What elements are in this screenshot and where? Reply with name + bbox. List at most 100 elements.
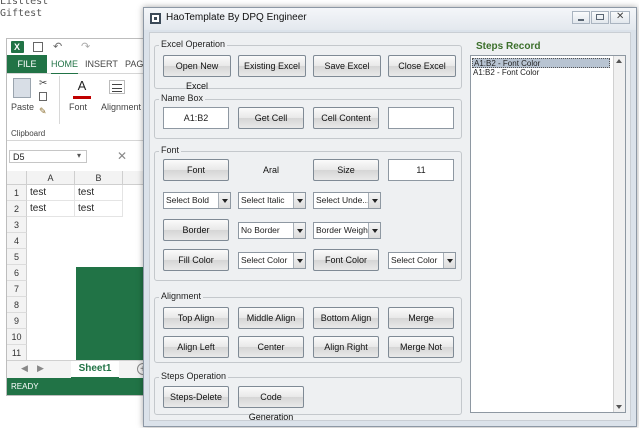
chevron-down-icon xyxy=(293,193,305,208)
cell-b2[interactable]: test xyxy=(75,201,123,217)
dialog-titlebar[interactable]: HaoTemplate By DPQ Engineer ✕ xyxy=(144,8,636,30)
save-excel-button[interactable]: Save Excel xyxy=(313,55,381,77)
middle-align-button[interactable]: Middle Align xyxy=(238,307,304,329)
column-header-b[interactable]: B xyxy=(75,171,123,185)
merge-not-button[interactable]: Merge Not xyxy=(388,336,454,358)
row-header[interactable]: 11 xyxy=(7,345,27,361)
save-icon[interactable] xyxy=(33,42,43,52)
row-header[interactable]: 8 xyxy=(7,297,27,313)
excel-operation-legend: Excel Operation xyxy=(159,39,228,49)
merge-button[interactable]: Merge xyxy=(388,307,454,329)
sheet-tab-bar: ◀ ▶ Sheet1 + xyxy=(7,360,157,379)
center-button[interactable]: Center xyxy=(238,336,304,358)
cell-a1[interactable]: test xyxy=(27,185,75,201)
paste-label: Paste xyxy=(11,102,35,112)
row-header[interactable]: 10 xyxy=(7,329,27,345)
fill-color-dropdown[interactable]: Select Color xyxy=(238,252,306,269)
select-underline-value: Select Unde... xyxy=(316,195,370,205)
cancel-entry-icon[interactable]: ✕ xyxy=(117,149,127,163)
vertical-scrollbar[interactable] xyxy=(613,56,625,412)
row-header[interactable]: 9 xyxy=(7,313,27,329)
excel-window: X ↶ ↷ FILE HOME INSERT PAG Paste ✂ ✎ A F… xyxy=(6,38,158,396)
alignment-group-label: Alignment xyxy=(101,102,142,112)
excel-name-box[interactable]: D5 xyxy=(9,150,87,163)
select-bold-dropdown[interactable]: Select Bold xyxy=(163,192,231,209)
select-italic-dropdown[interactable]: Select Italic xyxy=(238,192,306,209)
tab-page-layout[interactable]: PAG xyxy=(125,55,143,73)
font-size-field[interactable]: 11 xyxy=(388,159,454,181)
row-header[interactable]: 4 xyxy=(7,233,27,249)
alignment-icon[interactable] xyxy=(109,80,125,94)
cell-b1[interactable]: test xyxy=(75,185,123,201)
close-icon: ✕ xyxy=(616,11,625,22)
chevron-down-icon[interactable]: ▾ xyxy=(77,151,81,160)
formula-bar: D5 ▾ ✕ xyxy=(7,149,157,165)
border-style-dropdown[interactable]: No Border xyxy=(238,222,306,239)
cell-content-field[interactable] xyxy=(388,107,454,129)
tab-file[interactable]: FILE xyxy=(7,55,47,73)
steps-record-list[interactable]: A1:B2 - Font Color A1:B2 - Font Color xyxy=(470,55,626,413)
open-new-excel-button[interactable]: Open New Excel xyxy=(163,55,231,91)
sheet-prev-icon[interactable]: ◀ xyxy=(21,363,28,374)
row-header[interactable]: 6 xyxy=(7,265,27,281)
border-style-value: No Border xyxy=(241,225,280,235)
paste-icon[interactable] xyxy=(13,78,31,98)
scroll-down-icon[interactable] xyxy=(616,405,622,409)
align-right-button[interactable]: Align Right xyxy=(313,336,379,358)
chevron-down-icon xyxy=(368,193,380,208)
fill-color-value: Select Color xyxy=(241,255,288,265)
font-color-button[interactable]: Font Color xyxy=(313,249,379,271)
status-bar: READY xyxy=(7,378,157,395)
redo-icon[interactable]: ↷ xyxy=(81,40,90,53)
row-header[interactable]: 1 xyxy=(7,185,27,201)
font-button[interactable]: Font xyxy=(163,159,229,181)
format-painter-icon[interactable]: ✎ xyxy=(39,106,47,117)
steps-delete-button[interactable]: Steps-Delete xyxy=(163,386,229,408)
select-underline-dropdown[interactable]: Select Unde... xyxy=(313,192,381,209)
sheet-next-icon[interactable]: ▶ xyxy=(37,363,44,374)
fill-color-button[interactable]: Fill Color xyxy=(163,249,229,271)
close-excel-button[interactable]: Close Excel xyxy=(388,55,456,77)
row-header[interactable]: 7 xyxy=(7,281,27,297)
alignment-legend: Alignment xyxy=(159,291,204,301)
list-item[interactable]: A1:B2 - Font Color xyxy=(472,68,611,78)
list-item[interactable]: A1:B2 - Font Color xyxy=(472,58,610,68)
tab-insert[interactable]: INSERT xyxy=(85,55,118,73)
border-button[interactable]: Border xyxy=(163,219,229,241)
undo-icon[interactable]: ↶ xyxy=(53,40,62,53)
align-left-button[interactable]: Align Left xyxy=(163,336,229,358)
tab-home[interactable]: HOME xyxy=(51,55,78,75)
chevron-down-icon xyxy=(218,193,230,208)
column-header-a[interactable]: A xyxy=(27,171,75,185)
font-group-label: Font xyxy=(69,102,88,112)
font-name-value: Aral xyxy=(262,165,279,175)
cell-content-button[interactable]: Cell Content xyxy=(313,107,379,129)
cut-icon[interactable]: ✂ xyxy=(39,78,47,89)
maximize-button[interactable] xyxy=(591,11,609,24)
border-weight-dropdown[interactable]: Border Weight xyxy=(313,222,381,239)
chevron-down-icon xyxy=(293,223,305,238)
get-cell-button[interactable]: Get Cell xyxy=(238,107,304,129)
minimize-button[interactable] xyxy=(572,11,590,24)
font-icon[interactable]: A xyxy=(73,78,91,99)
font-color-dropdown[interactable]: Select Color xyxy=(388,252,456,269)
size-button[interactable]: Size xyxy=(313,159,379,181)
spreadsheet-grid[interactable]: A B 1 2 3 4 5 6 7 8 9 10 11 test test te… xyxy=(7,171,157,363)
copy-icon[interactable] xyxy=(39,92,47,101)
row-header[interactable]: 3 xyxy=(7,217,27,233)
top-align-button[interactable]: Top Align xyxy=(163,307,229,329)
bottom-align-button[interactable]: Bottom Align xyxy=(313,307,379,329)
select-all-corner[interactable] xyxy=(7,171,27,185)
background-text-line-2: Giftest xyxy=(0,8,43,19)
sheet-tab[interactable]: Sheet1 xyxy=(71,361,119,379)
name-box-input[interactable]: A1:B2 xyxy=(163,107,229,129)
select-bold-value: Select Bold xyxy=(166,195,209,205)
close-button[interactable]: ✕ xyxy=(610,11,630,24)
scroll-up-icon[interactable] xyxy=(616,59,622,63)
existing-excel-button[interactable]: Existing Excel xyxy=(238,55,306,77)
cell-a2[interactable]: test xyxy=(27,201,75,217)
row-header[interactable]: 5 xyxy=(7,249,27,265)
code-generation-button[interactable]: Code Generation xyxy=(238,386,304,422)
row-header[interactable]: 2 xyxy=(7,201,27,217)
name-box-legend: Name Box xyxy=(159,93,206,103)
